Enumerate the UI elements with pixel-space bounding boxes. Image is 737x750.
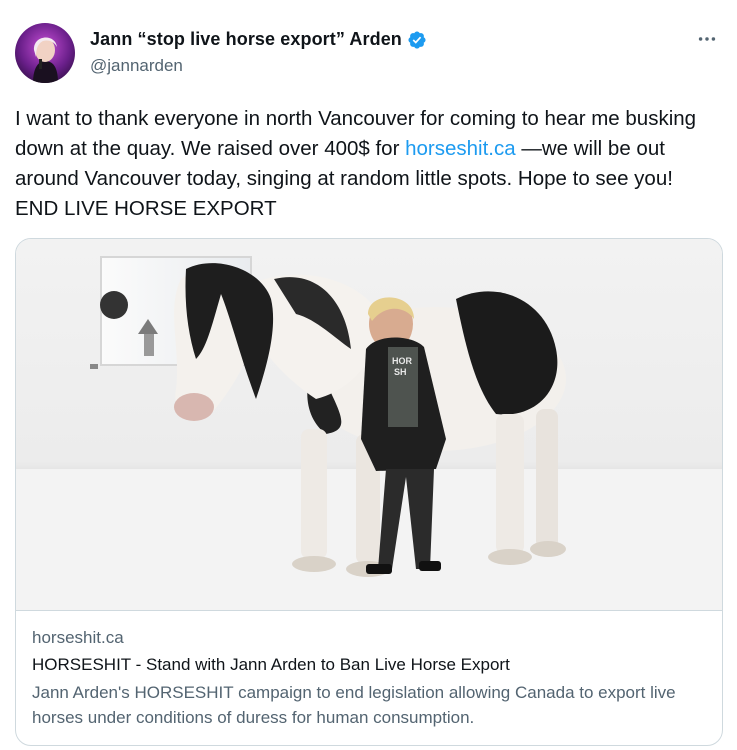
more-options-button[interactable] (694, 26, 720, 52)
svg-text:SH: SH (394, 367, 407, 377)
author-handle[interactable]: @jannarden (90, 56, 183, 76)
card-title: HORSESHIT - Stand with Jann Arden to Ban… (32, 655, 510, 674)
avatar-image (15, 23, 75, 83)
tweet-text: I want to thank everyone in north Vancou… (15, 104, 727, 224)
more-horizontal-icon (698, 37, 716, 41)
verified-badge-icon (408, 30, 426, 49)
svg-text:HOR: HOR (392, 356, 413, 366)
horse-photo: HOR SH (16, 239, 722, 610)
author-name-row: Jann “stop live horse export” Arden (90, 29, 427, 50)
tweet-link[interactable]: horseshit.ca (405, 137, 516, 160)
author-display-name[interactable]: Jann “stop live horse export” Arden (90, 29, 402, 50)
card-description: Jann Arden's HORSESHIT campaign to end l… (32, 683, 676, 727)
tweet: Jann “stop live horse export” Arden @jan… (0, 0, 737, 750)
avatar[interactable] (15, 23, 75, 83)
card-info[interactable]: horseshit.ca HORSESHIT - Stand with Jann… (16, 610, 722, 745)
card-image[interactable]: HOR SH (16, 239, 722, 610)
card-domain: horseshit.ca (32, 628, 124, 647)
link-card[interactable]: HOR SH horseshit.ca HORSESHIT - Stand wi… (15, 238, 723, 746)
